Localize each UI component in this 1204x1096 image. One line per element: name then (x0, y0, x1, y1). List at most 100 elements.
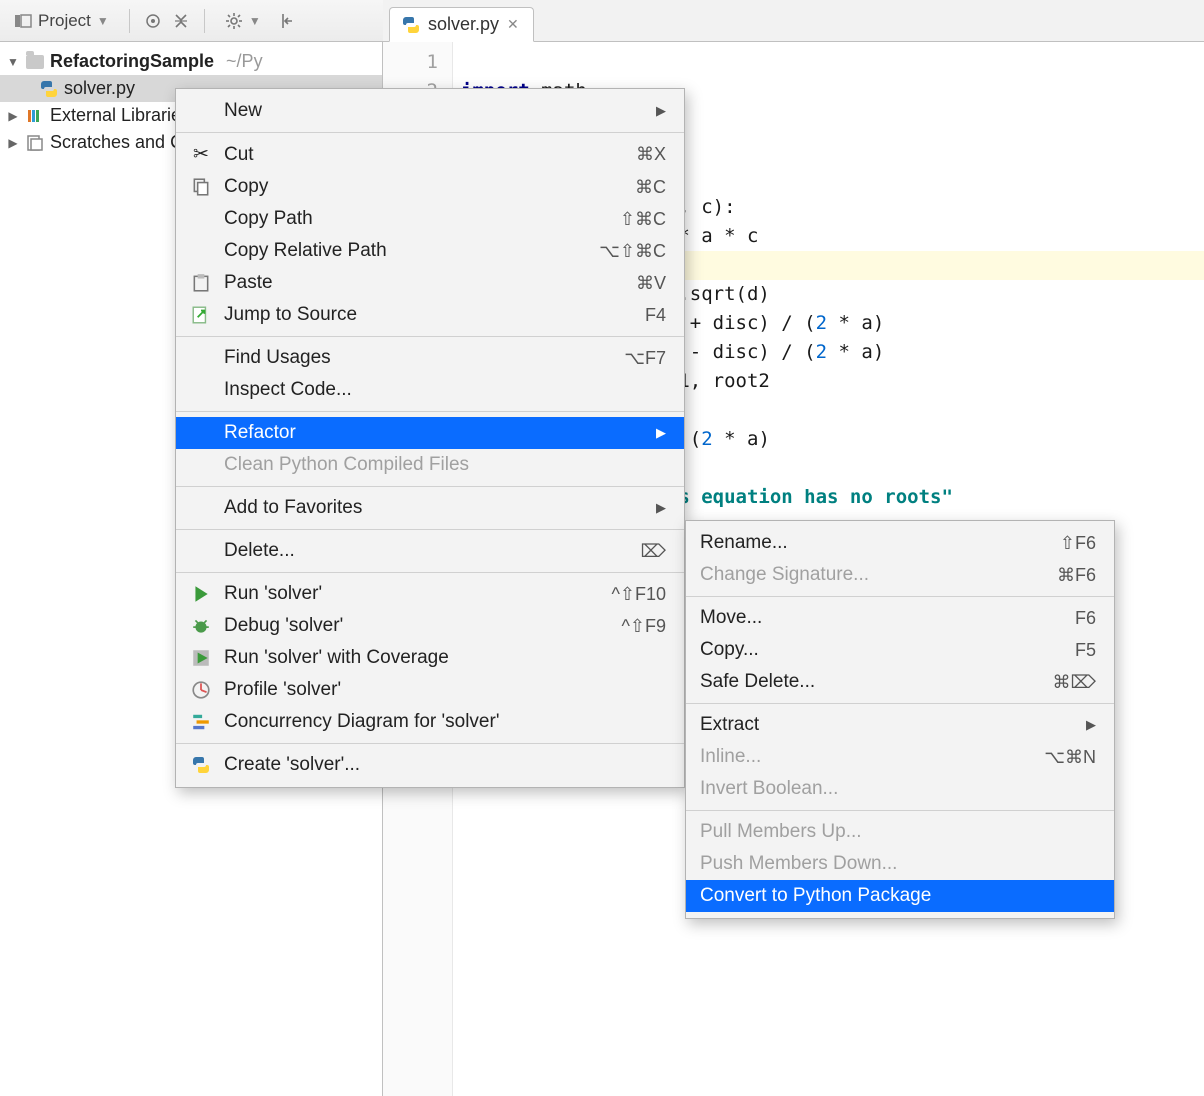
menu-shortcut: ⌦ (586, 541, 666, 562)
menu-paste[interactable]: Paste ⌘V (176, 267, 684, 299)
menu-shortcut: ⇧⌘C (586, 209, 666, 230)
menu-copy[interactable]: Copy...F5 (686, 634, 1114, 666)
root-name: RefactoringSample (50, 51, 214, 72)
menu-shortcut: F5 (1016, 640, 1096, 661)
tree-root[interactable]: ▼ RefactoringSample ~/Py (0, 48, 382, 75)
collapse-icon[interactable] (172, 12, 190, 30)
menu-label: Find Usages (224, 347, 574, 369)
menu-label: Extract (700, 714, 1074, 736)
menu-label: Run 'solver' with Coverage (224, 647, 666, 669)
menu-extract[interactable]: Extract▶ (686, 709, 1114, 741)
menu-push-down[interactable]: Push Members Down... (686, 848, 1114, 880)
code-token: * a) (827, 341, 884, 363)
menu-invert-boolean[interactable]: Invert Boolean... (686, 773, 1114, 805)
menu-copy-path[interactable]: Copy Path⇧⌘C (176, 203, 684, 235)
menu-shortcut: ⇧F6 (1016, 533, 1096, 554)
code-token: 2 (701, 428, 712, 450)
menu-separator (686, 596, 1114, 597)
menu-label: Change Signature... (700, 564, 1004, 586)
menu-run[interactable]: Run 'solver' ^⇧F10 (176, 578, 684, 610)
jump-icon (191, 305, 211, 325)
menu-shortcut: ⌥⌘N (1016, 747, 1096, 768)
menu-label: Safe Delete... (700, 671, 1004, 693)
menu-debug[interactable]: Debug 'solver'^⇧F9 (176, 610, 684, 642)
menu-create-solver[interactable]: Create 'solver'... (176, 749, 684, 781)
menu-convert-package[interactable]: Convert to Python Package (686, 880, 1114, 912)
menu-new[interactable]: New ▶ (176, 95, 684, 127)
separator (129, 9, 130, 33)
tab-filename: solver.py (428, 14, 499, 35)
refactor-submenu: Rename...⇧F6 Change Signature...⌘F6 Move… (685, 520, 1115, 919)
python-icon (402, 16, 420, 34)
menu-concurrency[interactable]: Concurrency Diagram for 'solver' (176, 706, 684, 738)
chevron-down-icon: ▼ (249, 14, 261, 28)
ext-libs-label: External Libraries (50, 105, 190, 126)
menu-shortcut: F6 (1016, 608, 1096, 629)
menu-label: Clean Python Compiled Files (224, 454, 666, 476)
python-icon (40, 80, 58, 98)
menu-label: Debug 'solver' (224, 615, 574, 637)
menu-label: Delete... (224, 540, 574, 562)
code-token: * a) (827, 312, 884, 334)
paste-icon (191, 273, 211, 293)
code-token: 2 (816, 312, 827, 334)
submenu-arrow-icon: ▶ (656, 103, 666, 119)
menu-inline[interactable]: Inline...⌥⌘N (686, 741, 1114, 773)
menu-shortcut: ⌥F7 (586, 348, 666, 369)
menu-copy[interactable]: Copy⌘C (176, 171, 684, 203)
project-icon (14, 12, 32, 30)
gear-dropdown[interactable]: ▼ (219, 8, 267, 34)
menu-separator (686, 703, 1114, 704)
menu-label: Move... (700, 607, 1004, 629)
target-icon[interactable] (144, 12, 162, 30)
menu-label: Convert to Python Package (700, 885, 1096, 907)
menu-shortcut: ^⇧F10 (586, 584, 666, 605)
menu-pull-up[interactable]: Pull Members Up... (686, 816, 1114, 848)
menu-profile[interactable]: Profile 'solver' (176, 674, 684, 706)
menu-copy-relative-path[interactable]: Copy Relative Path⌥⇧⌘C (176, 235, 684, 267)
menu-delete[interactable]: Delete... ⌦ (176, 535, 684, 567)
menu-change-signature[interactable]: Change Signature...⌘F6 (686, 559, 1114, 591)
menu-run-coverage[interactable]: Run 'solver' with Coverage (176, 642, 684, 674)
menu-separator (686, 810, 1114, 811)
menu-refactor[interactable]: Refactor▶ (176, 417, 684, 449)
close-icon[interactable]: ✕ (507, 16, 519, 33)
profile-icon (191, 680, 211, 700)
menu-label: Add to Favorites (224, 497, 644, 519)
menu-rename[interactable]: Rename...⇧F6 (686, 527, 1114, 559)
menu-shortcut: ⌘V (586, 273, 666, 294)
menu-clean-compiled[interactable]: Clean Python Compiled Files (176, 449, 684, 481)
menu-separator (176, 411, 684, 412)
menu-label: Push Members Down... (700, 853, 1096, 875)
menu-separator (176, 529, 684, 530)
folder-icon (26, 55, 44, 69)
menu-inspect-code[interactable]: Inspect Code... (176, 374, 684, 406)
menu-label: Create 'solver'... (224, 754, 666, 776)
menu-shortcut: ⌘X (586, 144, 666, 165)
file-name: solver.py (64, 78, 135, 99)
menu-add-favorites[interactable]: Add to Favorites ▶ (176, 492, 684, 524)
menu-jump-to-source[interactable]: Jump to SourceF4 (176, 299, 684, 331)
menu-find-usages[interactable]: Find Usages ⌥F7 (176, 342, 684, 374)
project-dropdown[interactable]: Project ▼ (8, 7, 115, 35)
hide-panel-icon[interactable] (277, 12, 295, 30)
code-token: * a) (713, 428, 770, 450)
menu-safe-delete[interactable]: Safe Delete...⌘⌦ (686, 666, 1114, 698)
menu-label: Invert Boolean... (700, 778, 1096, 800)
submenu-arrow-icon: ▶ (656, 500, 666, 516)
menu-shortcut: ⌘C (586, 177, 666, 198)
menu-label: Run 'solver' (224, 583, 574, 605)
context-menu: New ▶ ✂Cut⌘X Copy⌘C Copy Path⇧⌘C Copy Rel… (175, 88, 685, 788)
tab-solver[interactable]: solver.py ✕ (389, 7, 534, 42)
menu-label: Concurrency Diagram for 'solver' (224, 711, 666, 733)
menu-label: Copy Relative Path (224, 240, 574, 262)
concurrency-icon (191, 712, 211, 732)
project-label: Project (38, 11, 91, 31)
menu-cut[interactable]: ✂Cut⌘X (176, 138, 684, 171)
menu-label: Paste (224, 272, 574, 294)
code-token: 2 (816, 341, 827, 363)
menu-move[interactable]: Move... F6 (686, 602, 1114, 634)
menu-label: New (224, 100, 644, 122)
menu-separator (176, 572, 684, 573)
scratch-icon (26, 134, 44, 152)
